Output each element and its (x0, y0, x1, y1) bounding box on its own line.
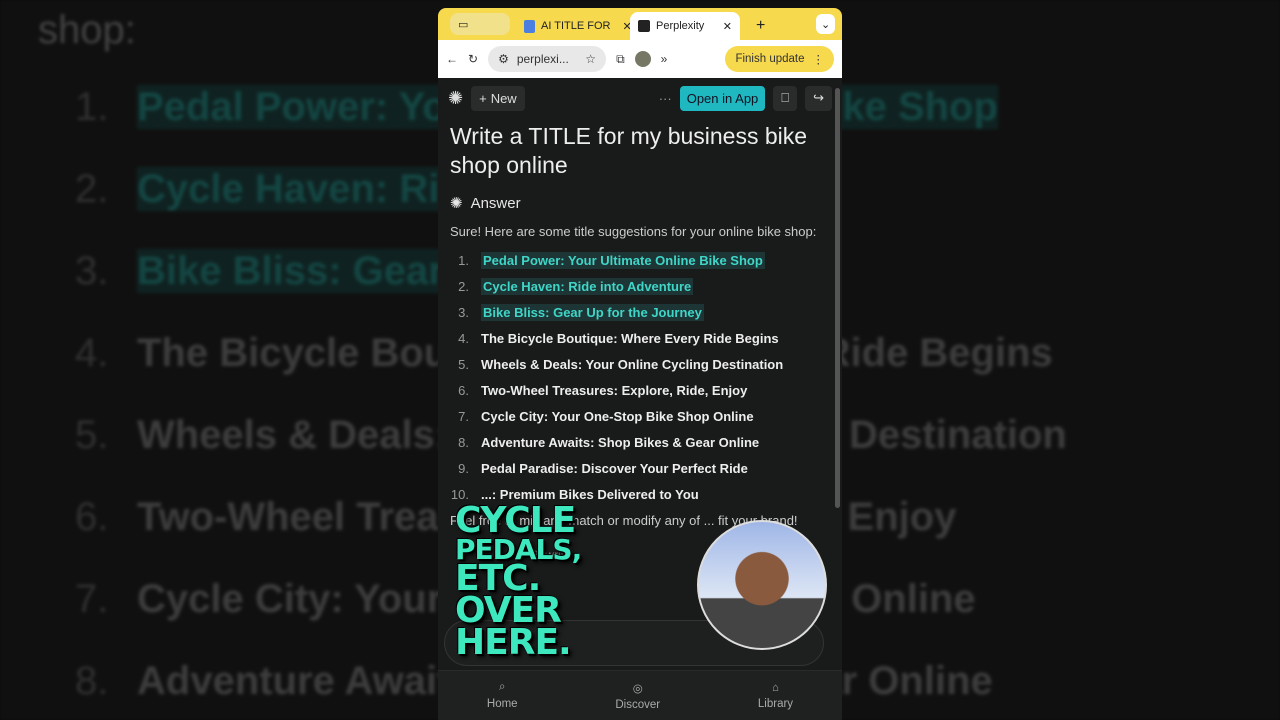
item-number: 6. (458, 382, 469, 398)
tab-search-chevron-icon[interactable]: ⌄ (816, 14, 836, 34)
nav-discover[interactable]: ◎ Discover (615, 681, 660, 711)
search-icon: ⌕ (499, 681, 506, 693)
item-number: 4. (458, 330, 469, 346)
item-number: 3. (458, 304, 469, 320)
nav-home[interactable]: ⌕ Home (487, 681, 518, 710)
bottom-nav: ⌕ Home ◎ Discover ⌂ Library (438, 670, 842, 720)
extensions-icon[interactable]: ⧉ (616, 52, 625, 67)
item-text: Cycle Haven: Ride into Adventure (481, 277, 694, 295)
item-number: 8. (458, 434, 469, 450)
list-item: 9. Pedal Paradise: Discover Your Perfect … (450, 455, 830, 481)
bookmark-button[interactable]: ⎕ (773, 85, 798, 111)
item-text: Two-Wheel Treasures: Explore, Ride, Enjo… (481, 382, 748, 398)
answer-intro: Sure! Here are some title suggestions fo… (450, 224, 817, 239)
title-list: 1. Pedal Power: Your Ultimate Online Bike… (450, 247, 830, 507)
tab-label: Perplexity (656, 20, 705, 32)
nav-label: Discover (615, 698, 661, 711)
new-tab-button[interactable]: + (748, 12, 773, 40)
scrollbar[interactable] (835, 88, 840, 508)
answer-label: Answer (470, 194, 521, 212)
nav-library[interactable]: ⌂ Library (758, 682, 793, 710)
new-label: New (490, 90, 517, 106)
caption-line: HERE. (455, 622, 572, 664)
item-text: Cycle City: Your One-Stop Bike Shop Onli… (481, 408, 754, 424)
item-text: Adventure Awaits: Shop Bikes & Gear Onli… (481, 434, 760, 450)
perplexity-logo-icon[interactable]: ✺ (448, 88, 463, 109)
star-icon[interactable]: ☆ (585, 52, 596, 66)
item-text: Pedal Power: Your Ultimate Online Bike S… (481, 251, 765, 269)
address-bar[interactable]: ⚙ perplexi... ☆ (488, 46, 607, 72)
nav-label: Home (486, 698, 518, 710)
toolbar: ← ↻ ⚙ perplexi... ☆ ⧉ » Finish update ⋮ (438, 40, 842, 78)
answer-icon: ✺ (450, 195, 463, 212)
open-in-app-button[interactable]: Open in App (679, 85, 766, 111)
docs-icon (524, 19, 535, 33)
item-number: 1. (458, 252, 469, 268)
item-number: 9. (458, 460, 469, 476)
menu-icon[interactable]: ⋮ (813, 52, 825, 66)
list-item: 3. Bike Bliss: Gear Up for the Journey (450, 299, 830, 325)
list-item: 4. The Bicycle Boutique: Where Every Ride… (450, 325, 830, 351)
globe-icon: ◎ (632, 682, 643, 695)
item-number: 2. (458, 278, 469, 294)
new-thread-button[interactable]: + New (471, 85, 525, 111)
site-settings-icon[interactable]: ⚙ (498, 52, 509, 66)
nav-label: Library (757, 697, 794, 710)
tab-label: AI TITLE FOR (541, 20, 611, 32)
share-button[interactable]: ↪ (805, 85, 832, 111)
close-icon[interactable]: ✕ (723, 20, 732, 33)
list-item: 7. Cycle City: Your One-Stop Bike Shop On… (450, 403, 830, 429)
tab-group-icon[interactable]: ▭ (450, 13, 510, 35)
item-text: The Bicycle Boutique: Where Every Ride B… (481, 330, 779, 346)
caption-overlay: CYCLE PEDALS, ETC. OVER HERE. (455, 502, 582, 664)
url-text: perplexi... (516, 52, 569, 66)
reload-icon[interactable]: ↻ (468, 52, 478, 66)
list-item: 6. Two-Wheel Treasures: Explore, Ride, En… (450, 377, 830, 403)
item-number: 7. (458, 408, 469, 424)
back-icon[interactable]: ← (446, 52, 458, 66)
more-options-icon[interactable]: ··· (659, 91, 672, 106)
item-text: Bike Bliss: Gear Up for the Journey (481, 303, 704, 321)
item-text: Pedal Paradise: Discover Your Perfect Ri… (481, 460, 748, 476)
finish-update-label: Finish update (735, 53, 805, 65)
perplexity-favicon (638, 20, 650, 32)
presenter-webcam (697, 520, 827, 650)
tab-docs[interactable]: AI TITLE FOR ✕ (516, 12, 640, 40)
tab-perplexity[interactable]: Perplexity ✕ (630, 12, 740, 40)
library-icon: ⌂ (772, 681, 779, 694)
thread-content: Write a TITLE for my business bike shop … (438, 118, 842, 566)
profile-avatar[interactable] (634, 51, 651, 67)
more-chevrons-icon[interactable]: » (661, 52, 668, 66)
plus-icon: + (479, 90, 487, 106)
query-title: Write a TITLE for my business bike shop … (450, 123, 808, 178)
answer-heading: ✺ Answer (450, 194, 830, 213)
tab-strip: ▭ AI TITLE FOR ✕ Perplexity ✕ + ⌄ (438, 8, 842, 40)
app-header: ✺ + New ··· Open in App ⎕ ↪ (438, 78, 842, 118)
item-text: Wheels & Deals: Your Online Cycling Dest… (481, 356, 784, 372)
list-item: 5. Wheels & Deals: Your Online Cycling De… (450, 351, 830, 377)
list-item: 1. Pedal Power: Your Ultimate Online Bike… (450, 247, 830, 273)
list-item: 8. Adventure Awaits: Shop Bikes & Gear On… (450, 429, 830, 455)
item-number: 5. (458, 356, 469, 372)
finish-update-button[interactable]: Finish update ⋮ (725, 46, 834, 72)
list-item: 2. Cycle Haven: Ride into Adventure (450, 273, 830, 299)
